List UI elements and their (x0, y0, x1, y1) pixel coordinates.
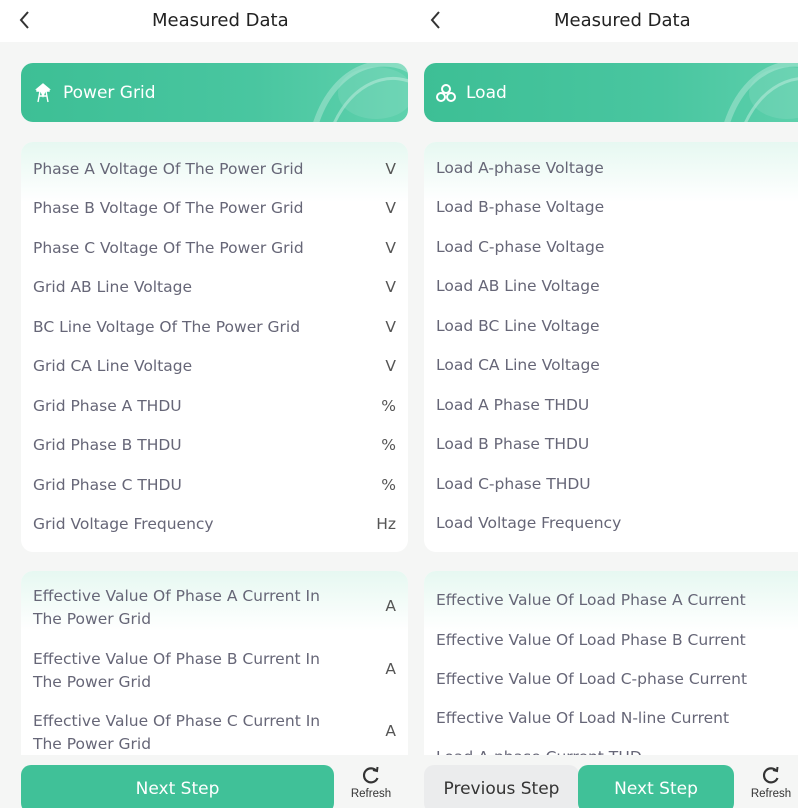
refresh-icon (762, 766, 779, 784)
list-item-label: Grid CA Line Voltage (33, 357, 193, 375)
page-title: Measured Data (152, 10, 289, 31)
list-item-unit: V (385, 278, 396, 296)
list-item-label: Effective Value Of Load Phase A Current (436, 591, 746, 609)
list-item: Load C-phase THDU % (424, 465, 798, 504)
list-item-unit: A (385, 722, 396, 740)
list-item: Effective Value Of Load N-line Current A (424, 699, 798, 738)
page-title: Measured Data (554, 10, 691, 31)
list-item-label: Effective Value Of Phase A Current In Th… (33, 587, 320, 628)
list-item-label: Load B Phase THDU (436, 435, 590, 453)
list-item: Load B-phase Voltage V (424, 188, 798, 227)
refresh-label: Refresh (350, 788, 392, 800)
list-item-label: Load Voltage Frequency (436, 514, 622, 532)
list-item-unit: V (385, 199, 396, 217)
list-item-label: Load B-phase Voltage (436, 198, 605, 216)
list-item-unit: V (385, 357, 396, 375)
list-item-label: Grid AB Line Voltage (33, 278, 192, 296)
list-item-unit: Hz (376, 515, 396, 533)
list-item: Load Voltage Frequency Hz (424, 504, 798, 543)
list-item: Load C-phase Voltage V (424, 228, 798, 267)
next-step-button[interactable]: Next Step (578, 765, 734, 808)
list-item: Load BC Line Voltage V (424, 307, 798, 346)
banner-title: Load (466, 83, 507, 103)
list-item: Effective Value Of Load Phase B Current … (424, 621, 798, 660)
list-item-label: Phase C Voltage Of The Power Grid (33, 239, 304, 257)
header: Measured Data (411, 0, 798, 42)
voltage-card: Phase A Voltage Of The Power Grid V Phas… (21, 142, 408, 552)
list-item-unit: V (385, 239, 396, 257)
back-arrow-icon[interactable] (425, 8, 447, 32)
list-item-label: Load C-phase THDU (436, 475, 591, 493)
list-item-label: Effective Value Of Load Phase B Current (436, 631, 746, 649)
power-grid-screen: Measured Data Power Grid Phase A Voltage… (0, 0, 411, 808)
list-item: Effective Value Of Phase A Current In Th… (21, 583, 408, 645)
list-item-label: Load AB Line Voltage (436, 277, 600, 295)
list-item: Grid Phase B THDU % (21, 426, 408, 465)
list-item-label: Load C-phase Voltage (436, 238, 605, 256)
list-item: Load AB Line Voltage V (424, 267, 798, 306)
banner-decoration-icon (313, 63, 408, 122)
load-banner: Load (424, 63, 798, 122)
load-icon (436, 84, 456, 102)
refresh-icon (362, 766, 379, 784)
list-item: Phase B Voltage Of The Power Grid V (21, 189, 408, 228)
list-item: Phase A Voltage Of The Power Grid V (21, 150, 408, 189)
footer-bar: Previous Step Next Step Refresh (411, 755, 798, 808)
list-item-unit: A (385, 597, 396, 615)
list-item: Grid Phase C THDU % (21, 466, 408, 505)
list-item: Load A-phase Voltage V (424, 149, 798, 188)
load-screen: Measured Data Load Load A-phase Voltage … (411, 0, 798, 808)
footer-bar: Next Step Refresh (0, 755, 411, 808)
list-item: Load A Phase THDU % (424, 386, 798, 425)
list-item-label: Grid Phase C THDU (33, 476, 182, 494)
list-item: Grid Phase A THDU % (21, 387, 408, 426)
list-item: Grid CA Line Voltage V (21, 347, 408, 386)
list-item-label: Grid Phase B THDU (33, 436, 182, 454)
list-item: Grid AB Line Voltage V (21, 268, 408, 307)
list-item-label: Effective Value Of Phase B Current In Th… (33, 650, 320, 691)
list-item-label: BC Line Voltage Of The Power Grid (33, 318, 301, 336)
list-item-label: Load A-phase Voltage (436, 159, 604, 177)
list-item: Load CA Line Voltage V (424, 346, 798, 385)
list-item-label: Grid Phase A THDU (33, 397, 182, 415)
list-item-unit: V (385, 318, 396, 336)
power-tower-icon (35, 83, 51, 103)
list-item: BC Line Voltage Of The Power Grid V (21, 308, 408, 347)
previous-step-button[interactable]: Previous Step (424, 765, 579, 808)
list-item-unit: % (381, 476, 396, 494)
list-item-unit: A (385, 660, 396, 678)
refresh-button[interactable]: Refresh (346, 765, 396, 808)
list-item: Grid Voltage Frequency Hz (21, 505, 408, 544)
refresh-label: Refresh (750, 788, 792, 800)
list-item-label: Effective Value Of Load C-phase Current (436, 670, 748, 688)
list-item: Effective Value Of Load Phase A Current … (424, 581, 798, 620)
list-item-label: Load A Phase THDU (436, 396, 590, 414)
list-item-unit: % (381, 397, 396, 415)
banner-decoration-icon (724, 63, 798, 122)
banner-title: Power Grid (63, 83, 156, 103)
list-item: Load B Phase THDU % (424, 425, 798, 464)
list-item-label: Phase A Voltage Of The Power Grid (33, 160, 304, 178)
next-step-button[interactable]: Next Step (21, 765, 334, 808)
list-item-label: Load BC Line Voltage (436, 317, 600, 335)
list-item: Phase C Voltage Of The Power Grid V (21, 229, 408, 268)
list-item-label: Load CA Line Voltage (436, 356, 600, 374)
power-grid-banner: Power Grid (21, 63, 408, 122)
list-item-label: Effective Value Of Load N-line Current (436, 709, 730, 727)
list-item-label: Effective Value Of Phase C Current In Th… (33, 712, 321, 753)
list-item-unit: % (381, 436, 396, 454)
list-item: Effective Value Of Load C-phase Current … (424, 660, 798, 699)
header: Measured Data (0, 0, 411, 42)
refresh-button[interactable]: Refresh (746, 765, 796, 808)
list-item-label: Phase B Voltage Of The Power Grid (33, 199, 304, 217)
back-arrow-icon[interactable] (14, 8, 36, 32)
list-item: Effective Value Of Phase B Current In Th… (21, 646, 408, 708)
voltage-card: Load A-phase Voltage V Load B-phase Volt… (424, 142, 798, 552)
list-item-label: Grid Voltage Frequency (33, 515, 214, 533)
list-item-unit: V (385, 160, 396, 178)
